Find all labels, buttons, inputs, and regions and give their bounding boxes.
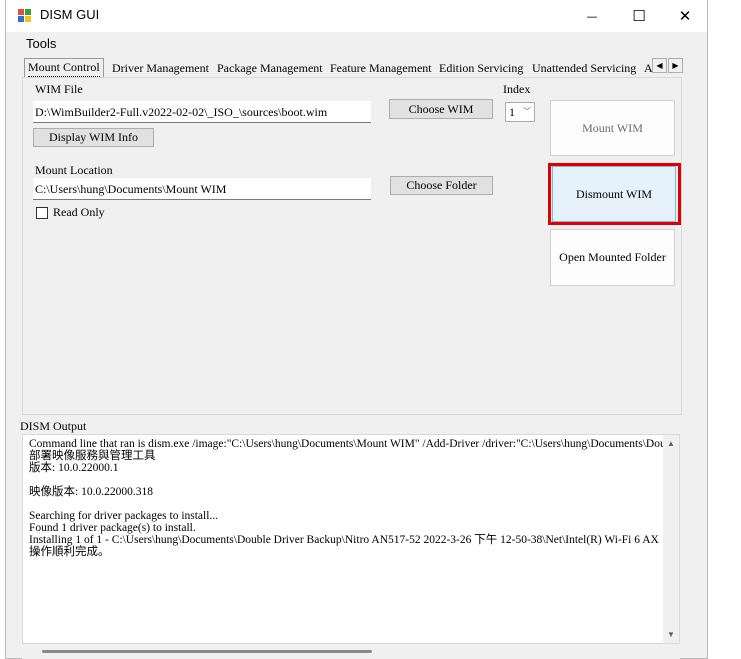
window-title: DISM GUI — [40, 7, 100, 22]
output-line: 部署映像服務與管理工具 — [29, 450, 156, 462]
output-line: Command line that ran is dism.exe /image… — [29, 438, 666, 450]
open-mounted-folder-button[interactable]: Open Mounted Folder — [550, 229, 675, 286]
tab-mount-control[interactable]: Mount Control — [24, 58, 104, 77]
output-horizontal-scrollbar[interactable] — [22, 645, 680, 659]
output-line: Found 1 driver package(s) to install. — [29, 522, 196, 534]
mount-location-input[interactable]: C:\Users\hung\Documents\Mount WIM — [33, 178, 371, 200]
chevron-right-icon: ▶ — [672, 61, 679, 70]
tab-mount-control-label: Mount Control — [28, 59, 100, 77]
tab-strip: Mount Control Driver Management Package … — [24, 58, 684, 78]
index-select[interactable]: 1 ﹀ — [505, 102, 535, 122]
choose-wim-button[interactable]: Choose WIM — [389, 99, 493, 119]
output-line: 版本: 10.0.22000.1 — [29, 462, 119, 474]
dismount-highlight-box — [548, 163, 681, 225]
choose-folder-button[interactable]: Choose Folder — [390, 176, 493, 195]
output-line: 映像版本: 10.0.22000.318 — [29, 486, 153, 498]
minimize-icon: — — [586, 9, 598, 23]
display-wim-info-button[interactable]: Display WIM Info — [33, 128, 154, 147]
read-only-checkbox[interactable] — [36, 207, 48, 219]
maximize-icon: ☐ — [632, 7, 646, 25]
tab-scroll-right-button[interactable]: ▶ — [668, 58, 683, 73]
tab-feature-management[interactable]: Feature Management — [330, 60, 432, 77]
mount-wim-button[interactable]: Mount WIM — [550, 100, 675, 156]
tab-scroll-left-button[interactable]: ◀ — [652, 58, 667, 73]
dism-output-label: DISM Output — [20, 419, 87, 433]
read-only-label: Read Only — [53, 205, 105, 219]
chevron-down-icon: ﹀ — [523, 107, 531, 116]
minimize-button[interactable]: — — [569, 0, 615, 32]
close-button[interactable]: ✕ — [662, 0, 708, 32]
output-vertical-scrollbar[interactable]: ▲ ▼ — [663, 435, 679, 643]
dism-output-textbox[interactable]: Command line that ran is dism.exe /image… — [22, 434, 680, 644]
wim-file-label: WIM File — [35, 82, 83, 96]
index-value: 1 — [509, 105, 515, 119]
scroll-down-icon: ▼ — [667, 630, 675, 639]
tab-edition-servicing[interactable]: Edition Servicing — [439, 60, 523, 77]
mount-location-label: Mount Location — [35, 163, 113, 177]
tab-package-management[interactable]: Package Management — [217, 60, 323, 77]
app-icon — [18, 9, 31, 22]
menu-bar: Tools — [6, 32, 707, 56]
tab-driver-management[interactable]: Driver Management — [112, 60, 209, 77]
wim-file-input[interactable]: D:\WimBuilder2-Full.v2022-02-02\_ISO_\so… — [33, 101, 371, 123]
chevron-left-icon: ◀ — [656, 61, 663, 70]
tab-unattended-servicing[interactable]: Unattended Servicing — [532, 60, 636, 77]
maximize-button[interactable]: ☐ — [616, 0, 662, 32]
scroll-up-icon: ▲ — [667, 439, 675, 448]
title-bar[interactable]: DISM GUI — ☐ ✕ — [6, 0, 707, 32]
close-icon: ✕ — [678, 7, 692, 25]
dism-gui-window: DISM GUI — ☐ ✕ Tools Mount Control Drive… — [5, 0, 708, 659]
output-line: Searching for driver packages to install… — [29, 510, 219, 522]
output-line: 操作順利完成。 — [29, 546, 110, 558]
horizontal-scroll-thumb[interactable] — [42, 650, 372, 653]
output-line: Installing 1 of 1 - C:\Users\hung\Docume… — [29, 534, 659, 546]
mount-control-panel: WIM File D:\WimBuilder2-Full.v2022-02-02… — [22, 77, 682, 415]
index-label: Index — [503, 82, 531, 96]
menu-tools[interactable]: Tools — [26, 36, 56, 51]
